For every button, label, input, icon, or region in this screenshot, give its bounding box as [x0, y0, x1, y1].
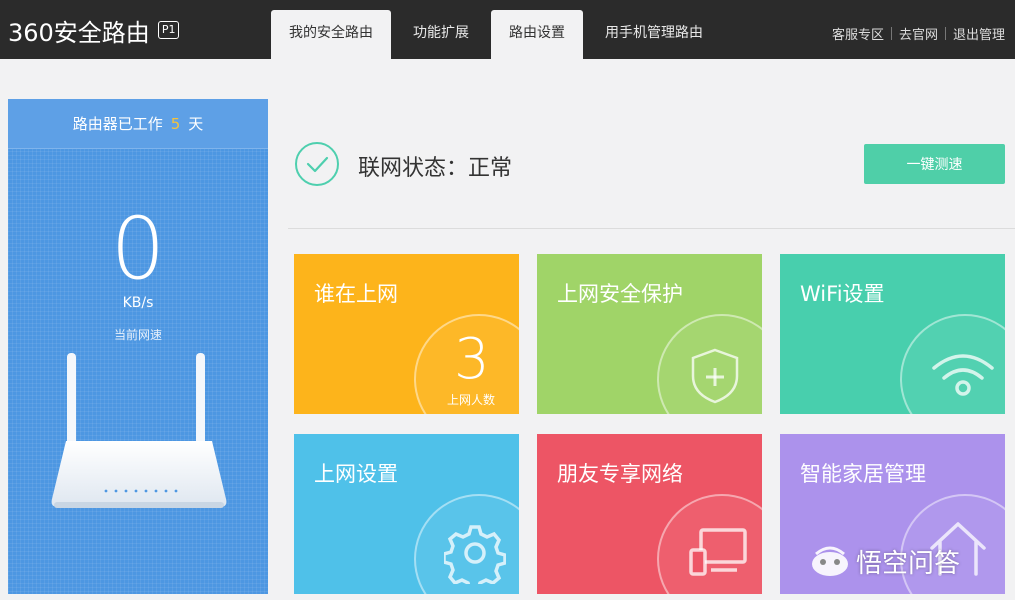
shield-plus-icon [691, 348, 739, 404]
gear-icon [444, 525, 506, 584]
wifi-icon [932, 354, 994, 396]
tile-title: 上网安全保护 [557, 282, 683, 306]
tile-title: 朋友专享网络 [557, 462, 683, 486]
logo-text: 360安全路由 [8, 18, 150, 47]
tab-extensions[interactable]: 功能扩展 [395, 10, 487, 59]
uptime-prefix: 路由器已工作 [72, 115, 163, 133]
router-illustration [51, 353, 227, 508]
tile-title: 智能家居管理 [800, 462, 926, 486]
current-speed-value: 0 [110, 199, 166, 299]
online-count-caption: 上网人数 [447, 393, 496, 407]
top-bar: 360安全路由 P1 我的安全路由 功能扩展 路由设置 用手机管理路由 客服专区… [0, 0, 1015, 59]
network-status: 联网状态：正常 [358, 156, 513, 181]
logo[interactable]: 360安全路由 P1 [8, 14, 180, 47]
link-logout[interactable]: 退出管理 [953, 24, 1005, 43]
link-official-site[interactable]: 去官网 [899, 24, 938, 43]
tile-title: 谁在上网 [314, 282, 398, 306]
status-ok-icon [295, 142, 339, 186]
tab-router-settings[interactable]: 路由设置 [491, 10, 583, 59]
tile-security-protection[interactable]: 上网安全保护 [537, 254, 762, 414]
top-links: 客服专区 去官网 退出管理 [832, 24, 1005, 43]
tile-title: WiFi设置 [800, 282, 885, 306]
speed-panel: 路由器已工作 5 天 0 KB/s 当前网速 [8, 99, 268, 594]
tile-friend-network[interactable]: 朋友专享网络 [537, 434, 762, 594]
watermark-logo-icon [812, 546, 848, 576]
model-badge: P1 [157, 21, 180, 39]
tile-title: 上网设置 [314, 462, 398, 486]
uptime-days: 5 [170, 114, 181, 133]
divider [288, 228, 1015, 229]
tab-my-router[interactable]: 我的安全路由 [271, 10, 391, 59]
speed-unit: KB/s [122, 295, 154, 311]
speed-caption: 当前网速 [113, 328, 162, 342]
uptime-suffix: 天 [188, 115, 204, 133]
tile-internet-settings[interactable]: 上网设置 [294, 434, 519, 594]
watermark-text: 悟空问答 [856, 549, 961, 579]
divider [944, 27, 946, 40]
tile-wifi-settings[interactable]: WiFi设置 [780, 254, 1005, 414]
divider [890, 27, 892, 40]
uptime-header: 路由器已工作 5 天 [8, 99, 268, 149]
tile-online-devices[interactable]: 谁在上网 3 上网人数 [294, 254, 519, 414]
speed-test-button[interactable]: 一键测速 [864, 144, 1005, 184]
online-count: 3 [454, 327, 490, 392]
tab-mobile-manage[interactable]: 用手机管理路由 [590, 10, 718, 59]
devices-icon [689, 528, 747, 576]
link-support[interactable]: 客服专区 [832, 24, 884, 43]
watermark: 悟空问答 [808, 543, 960, 580]
